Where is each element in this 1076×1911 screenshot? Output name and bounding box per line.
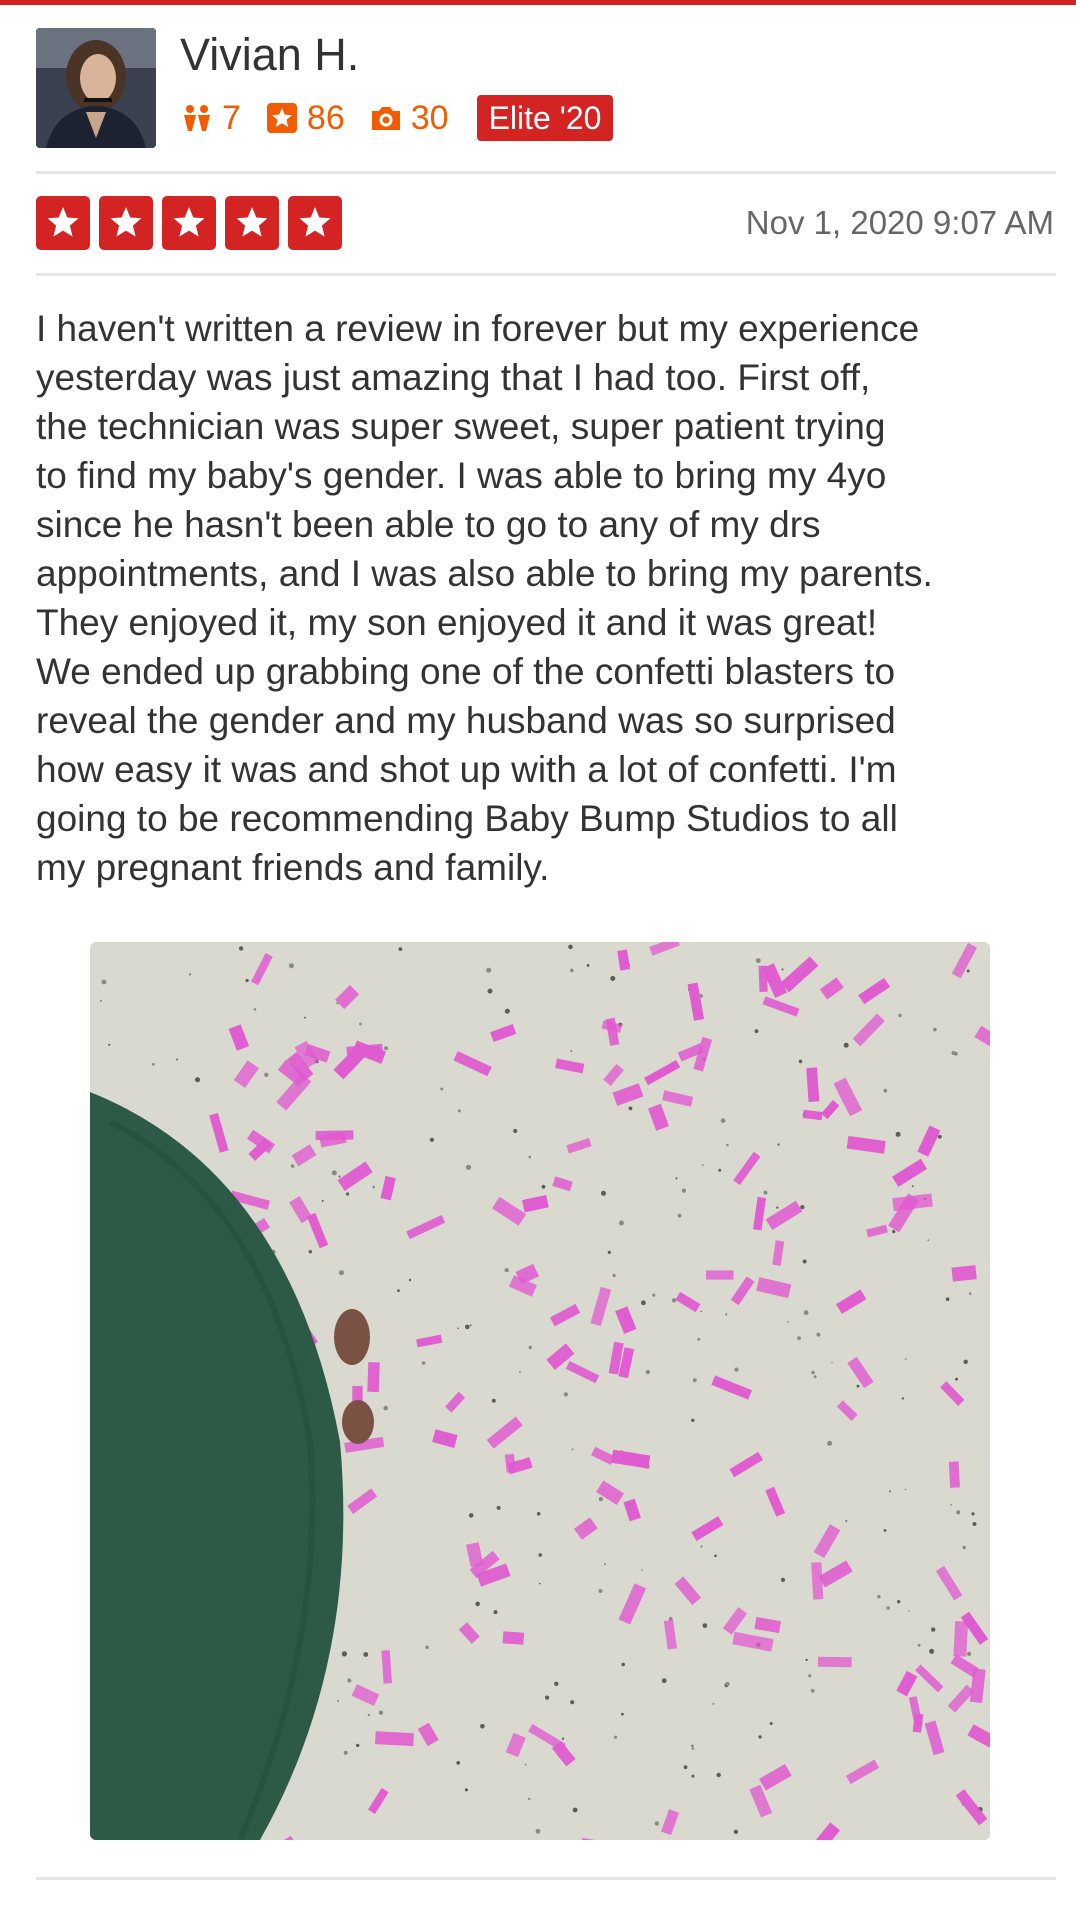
camera-icon [371, 107, 400, 130]
photos-count: 30 [410, 99, 449, 137]
review-date: Nov 1, 2020 9:07 AM [745, 204, 1054, 241]
star-icon [225, 196, 279, 250]
reviews-count: 86 [306, 99, 345, 137]
friends-count: 7 [222, 99, 241, 137]
header-divider [36, 171, 1056, 174]
friends-icon [184, 105, 210, 131]
elite-badge[interactable]: Elite '20 [476, 95, 614, 141]
footer-divider [36, 1877, 1056, 1880]
review-text: I haven't written a review in forever bu… [36, 308, 933, 888]
avatar[interactable] [36, 28, 156, 148]
photos-stat: 30 [369, 98, 449, 138]
review-star-icon [266, 103, 297, 133]
friends-stat: 7 [180, 98, 241, 138]
star-rating [36, 196, 351, 250]
star-icon [99, 196, 153, 250]
user-stats: 7 86 30 Elite '20 [180, 92, 614, 144]
rating-divider [36, 273, 1056, 276]
review-photo[interactable] [90, 942, 990, 1840]
top-accent-bar [0, 0, 1076, 5]
star-icon [288, 196, 342, 250]
star-icon [162, 196, 216, 250]
star-icon [36, 196, 90, 250]
reviews-stat: 86 [265, 98, 345, 138]
user-name[interactable]: Vivian H. [180, 28, 359, 82]
